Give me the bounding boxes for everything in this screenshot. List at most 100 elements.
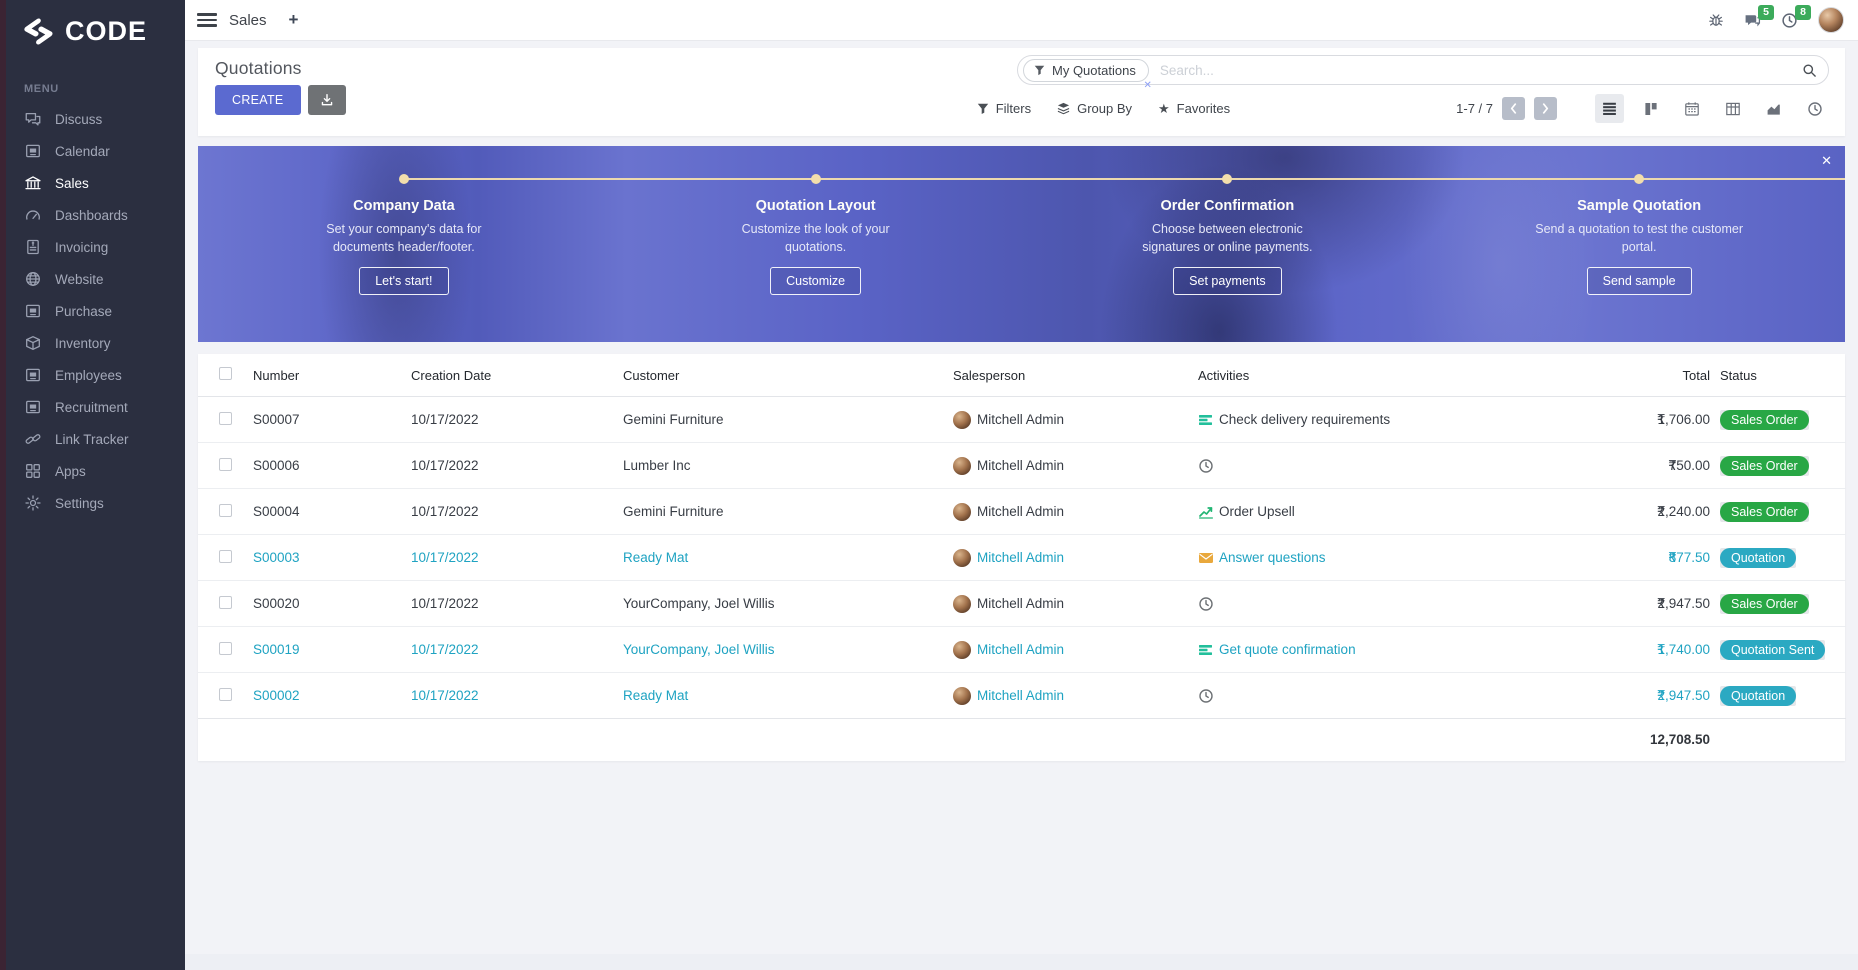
prev-page-button[interactable]: [1502, 97, 1525, 120]
salesperson-name: Mitchell Admin: [977, 642, 1064, 657]
kanban-view-button[interactable]: [1637, 95, 1665, 123]
row-checkbox[interactable]: [219, 412, 232, 425]
app-logo[interactable]: CODE: [6, 0, 185, 57]
column-header-creation-date[interactable]: Creation Date: [411, 354, 623, 397]
favorites-button[interactable]: ★ Favorites: [1158, 101, 1230, 117]
sidebar-item-label: Purchase: [55, 304, 112, 319]
row-checkbox[interactable]: [219, 504, 232, 517]
onboarding-step-sample-quotation: Sample Quotation Send a quotation to tes…: [1433, 146, 1845, 342]
user-avatar[interactable]: [1818, 7, 1844, 33]
step-title: Company Data: [353, 198, 455, 214]
column-header-total[interactable]: Total: [1495, 354, 1720, 397]
activities-count-badge: 8: [1795, 5, 1811, 21]
total-amount: 877.50: [1669, 550, 1710, 565]
pivot-view-button[interactable]: [1719, 95, 1747, 123]
graph-view-button[interactable]: [1760, 95, 1788, 123]
activity-view-button[interactable]: [1801, 95, 1829, 123]
sidebar-item-discuss[interactable]: Discuss: [6, 103, 185, 135]
sidebar-item-link-tracker[interactable]: Link Tracker: [6, 423, 185, 455]
search-bar[interactable]: My Quotations ✕ Search...: [1017, 55, 1829, 85]
send-sample-button[interactable]: Send sample: [1587, 267, 1692, 295]
table-row[interactable]: S00006 10/17/2022 Lumber Inc Mitchell Ad…: [198, 443, 1846, 489]
set-payments-button[interactable]: Set payments: [1173, 267, 1281, 295]
messages-icon[interactable]: 5: [1744, 12, 1761, 29]
hamburger-menu-icon[interactable]: [197, 13, 217, 27]
image-placeholder-icon: [24, 302, 42, 320]
activity-cell[interactable]: Get quote confirmation: [1198, 627, 1489, 672]
column-header-activities[interactable]: Activities: [1198, 354, 1495, 397]
activity-cell[interactable]: Check delivery requirements: [1198, 397, 1489, 442]
sidebar-item-settings[interactable]: Settings: [6, 487, 185, 519]
quotation-number: S00004: [253, 504, 300, 519]
activity-cell[interactable]: [1198, 673, 1489, 718]
debug-bug-icon[interactable]: [1708, 12, 1724, 28]
table-row[interactable]: S00019 10/17/2022 YourCompany, Joel Will…: [198, 627, 1846, 673]
filter-funnel-icon: [1034, 65, 1045, 76]
list-view-button[interactable]: [1595, 94, 1624, 123]
sidebar-item-inventory[interactable]: Inventory: [6, 327, 185, 359]
create-button[interactable]: CREATE: [215, 85, 301, 115]
table-row[interactable]: S00003 10/17/2022 Ready Mat Mitchell Adm…: [198, 535, 1846, 581]
table-row[interactable]: S00002 10/17/2022 Ready Mat Mitchell Adm…: [198, 673, 1846, 719]
sidebar-item-label: Link Tracker: [55, 432, 129, 447]
new-tab-button[interactable]: +: [289, 10, 299, 30]
sidebar-item-apps[interactable]: Apps: [6, 455, 185, 487]
next-page-button[interactable]: [1534, 97, 1557, 120]
row-checkbox[interactable]: [219, 596, 232, 609]
step-description: Set your company's data for documents he…: [299, 220, 509, 256]
creation-date: 10/17/2022: [411, 504, 479, 519]
layers-icon: [1057, 102, 1070, 115]
activities-clock-icon[interactable]: 8: [1781, 12, 1798, 29]
select-all-checkbox[interactable]: [219, 367, 232, 380]
calendar-view-button[interactable]: [1678, 95, 1706, 123]
sidebar-item-dashboards[interactable]: Dashboards: [6, 199, 185, 231]
sidebar: CODE MENU Discuss Calendar Sales Dashboa…: [0, 0, 185, 970]
status-badge: Sales Order: [1720, 456, 1809, 476]
facet-remove-icon[interactable]: ✕: [1143, 80, 1151, 91]
row-checkbox[interactable]: [219, 550, 232, 563]
row-checkbox[interactable]: [219, 688, 232, 701]
lets-start-button[interactable]: Let's start!: [359, 267, 448, 295]
activity-cell[interactable]: [1198, 581, 1489, 626]
sidebar-item-label: Invoicing: [55, 240, 108, 255]
table-row[interactable]: S00004 10/17/2022 Gemini Furniture Mitch…: [198, 489, 1846, 535]
sidebar-item-label: Recruitment: [55, 400, 128, 415]
activity-cell[interactable]: Order Upsell: [1198, 489, 1489, 534]
onboarding-step-quotation-layout: Quotation Layout Customize the look of y…: [610, 146, 1022, 342]
bottom-band: [185, 954, 1858, 970]
customize-button[interactable]: Customize: [770, 267, 861, 295]
activity-cell[interactable]: Answer questions: [1198, 535, 1489, 580]
gauge-icon: [24, 206, 42, 224]
activity-cell[interactable]: [1198, 443, 1489, 488]
sidebar-item-website[interactable]: Website: [6, 263, 185, 295]
quotation-number: S00019: [253, 642, 300, 657]
row-checkbox[interactable]: [219, 642, 232, 655]
search-facet-my-quotations[interactable]: My Quotations ✕: [1023, 59, 1149, 82]
column-header-number[interactable]: Number: [253, 354, 411, 397]
table-row[interactable]: S00020 10/17/2022 YourCompany, Joel Will…: [198, 581, 1846, 627]
sidebar-item-sales[interactable]: Sales: [6, 167, 185, 199]
envelope-icon: [1198, 550, 1214, 566]
sidebar-item-recruitment[interactable]: Recruitment: [6, 391, 185, 423]
row-checkbox[interactable]: [219, 458, 232, 471]
control-panel: Quotations CREATE My Quotations: [198, 48, 1845, 136]
sidebar-item-calendar[interactable]: Calendar: [6, 135, 185, 167]
column-header-salesperson[interactable]: Salesperson: [953, 354, 1198, 397]
export-button[interactable]: [308, 85, 346, 115]
search-icon[interactable]: [1802, 63, 1817, 78]
salesperson-avatar: [953, 411, 971, 429]
sidebar-item-purchase[interactable]: Purchase: [6, 295, 185, 327]
clock-icon: [1198, 596, 1214, 612]
globe-icon: [24, 270, 42, 288]
table-row[interactable]: S00007 10/17/2022 Gemini Furniture Mitch…: [198, 397, 1846, 443]
column-header-status[interactable]: Status: [1720, 354, 1846, 397]
group-by-button[interactable]: Group By: [1057, 101, 1132, 116]
filters-button[interactable]: Filters: [977, 101, 1031, 116]
sidebar-item-invoicing[interactable]: Invoicing: [6, 231, 185, 263]
clock-icon: [1198, 458, 1214, 474]
sidebar-item-label: Inventory: [55, 336, 111, 351]
column-header-customer[interactable]: Customer: [623, 354, 953, 397]
current-app-name[interactable]: Sales: [229, 12, 267, 29]
chain-link-icon: [24, 430, 42, 448]
sidebar-item-employees[interactable]: Employees: [6, 359, 185, 391]
